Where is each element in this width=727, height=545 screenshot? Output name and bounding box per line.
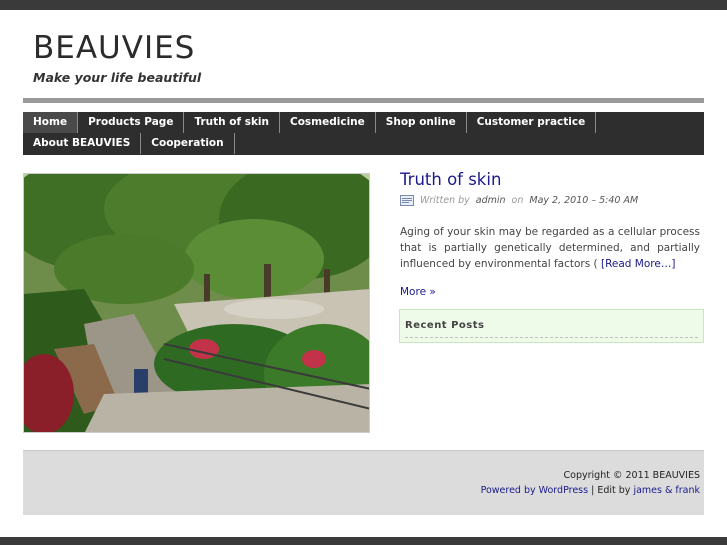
post-meta: Written by admin on May 2, 2010 – 5:40 A… <box>400 195 638 206</box>
nav-item-home[interactable]: Home <box>23 112 79 133</box>
main-navigation: Home Products Page Truth of skin Cosmedi… <box>23 112 704 155</box>
site-title[interactable]: BEAUVIES <box>33 30 195 66</box>
post-date: May 2, 2010 – 5:40 AM <box>529 195 639 206</box>
document-icon <box>400 195 414 206</box>
edit-by-label: | Edit by <box>588 485 634 496</box>
nav-item-customer-practice[interactable]: Customer practice <box>467 112 597 133</box>
copyright-text: Copyright © 2011 BEAUVIES <box>563 470 700 481</box>
written-by-label: Written by <box>420 195 470 206</box>
more-link[interactable]: More » <box>400 286 436 298</box>
recent-posts-widget: Recent Posts <box>399 309 704 343</box>
nav-item-cooperation[interactable]: Cooperation <box>141 133 235 154</box>
footer-credits: Powered by WordPress | Edit by james & f… <box>481 485 700 496</box>
read-more-link[interactable]: [Read More…] <box>601 258 675 270</box>
post-author[interactable]: admin <box>476 195 506 206</box>
bottom-bar <box>0 537 727 545</box>
nav-item-about-beauvies[interactable]: About BEAUVIES <box>23 133 142 154</box>
post-title[interactable]: Truth of skin <box>400 170 501 189</box>
top-bar <box>0 0 727 10</box>
footer: Copyright © 2011 BEAUVIES Powered by Wor… <box>23 450 704 515</box>
recent-posts-title: Recent Posts <box>405 320 485 331</box>
post-excerpt: Aging of your skin may be regarded as a … <box>400 224 700 272</box>
nav-item-products-page[interactable]: Products Page <box>78 112 185 133</box>
featured-photo <box>23 173 370 433</box>
on-label: on <box>511 195 524 206</box>
recent-posts-divider <box>405 337 698 338</box>
site-tagline: Make your life beautiful <box>33 70 202 85</box>
editor-link[interactable]: james & frank <box>633 485 700 496</box>
nav-item-cosmedicine[interactable]: Cosmedicine <box>280 112 376 133</box>
header-divider <box>23 98 704 103</box>
nav-item-truth-of-skin[interactable]: Truth of skin <box>184 112 281 133</box>
powered-by-link[interactable]: Powered by WordPress <box>481 485 589 496</box>
nav-item-shop-online[interactable]: Shop online <box>376 112 467 133</box>
